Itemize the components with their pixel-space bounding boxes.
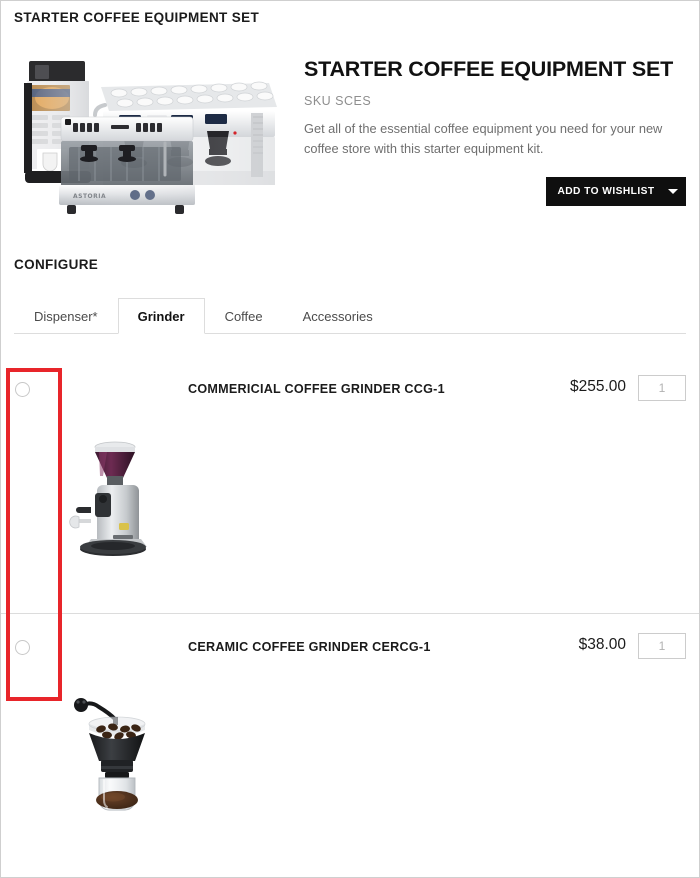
tab-grinder-label: Grinder: [137, 308, 185, 324]
tab-accessories-label: Accessories: [302, 308, 373, 324]
wishlist-dropdown-toggle[interactable]: [660, 189, 686, 194]
option-title-1: COMMERICIAL COFFEE GRINDER CCG-1: [188, 382, 445, 396]
option-price-2: $38.00: [578, 636, 626, 653]
option-select-cell-2: [15, 640, 53, 655]
ceramic-grinder-illustration: [74, 698, 146, 811]
configure-tablist: Dispenser* Grinder Coffee Accessories: [14, 298, 686, 334]
option-select-cell-1: [15, 382, 53, 397]
chevron-down-icon: [668, 189, 678, 194]
tab-coffee-label: Coffee: [224, 308, 263, 324]
grinder-option-list: COMMERICIAL COFFEE GRINDER CCG-1 $255.00: [1, 356, 699, 870]
product-title: STARTER COFFEE EQUIPMENT SET: [304, 57, 674, 81]
option-title-2: CERAMIC COFFEE GRINDER CERCG-1: [188, 640, 431, 654]
tab-coffee[interactable]: Coffee: [205, 298, 283, 333]
page-title: STARTER COFFEE EQUIPMENT SET: [14, 10, 260, 25]
option-thumbnail-1: [61, 431, 181, 561]
option-thumbnail-2: [61, 689, 181, 819]
tab-accessories[interactable]: Accessories: [283, 298, 393, 333]
add-to-wishlist-button[interactable]: ADD TO WISHLIST: [546, 177, 686, 206]
quantity-input-2[interactable]: [638, 633, 686, 659]
table-row: COMMERICIAL COFFEE GRINDER CCG-1 $255.00: [1, 356, 699, 613]
quantity-input-1[interactable]: [638, 375, 686, 401]
radio-button-ceramic-coffee-grinder[interactable]: [15, 640, 30, 655]
coffee-equipment-illustration: ASTORIA: [24, 61, 277, 214]
product-sku: SKU SCES: [304, 93, 372, 108]
tab-grinder[interactable]: Grinder: [117, 298, 205, 334]
product-configurator-page: STARTER COFFEE EQUIPMENT SET ASTORIA STA…: [0, 0, 700, 878]
table-row: CERAMIC COFFEE GRINDER CERCG-1 $38.00: [1, 613, 699, 870]
option-price-1: $255.00: [569, 378, 626, 395]
tab-dispenser[interactable]: Dispenser*: [14, 298, 118, 333]
commercial-grinder-illustration: [69, 441, 147, 556]
add-to-wishlist-label: ADD TO WISHLIST: [557, 186, 655, 197]
product-description: Get all of the essential coffee equipmen…: [304, 120, 663, 157]
radio-button-commercial-coffee-grinder[interactable]: [15, 382, 30, 397]
product-info: STARTER COFFEE EQUIPMENT SET SKU SCES Ge…: [304, 57, 686, 160]
configure-heading: CONFIGURE: [14, 257, 99, 272]
tab-dispenser-label: Dispenser*: [34, 308, 98, 324]
product-hero-image: ASTORIA: [19, 53, 287, 223]
